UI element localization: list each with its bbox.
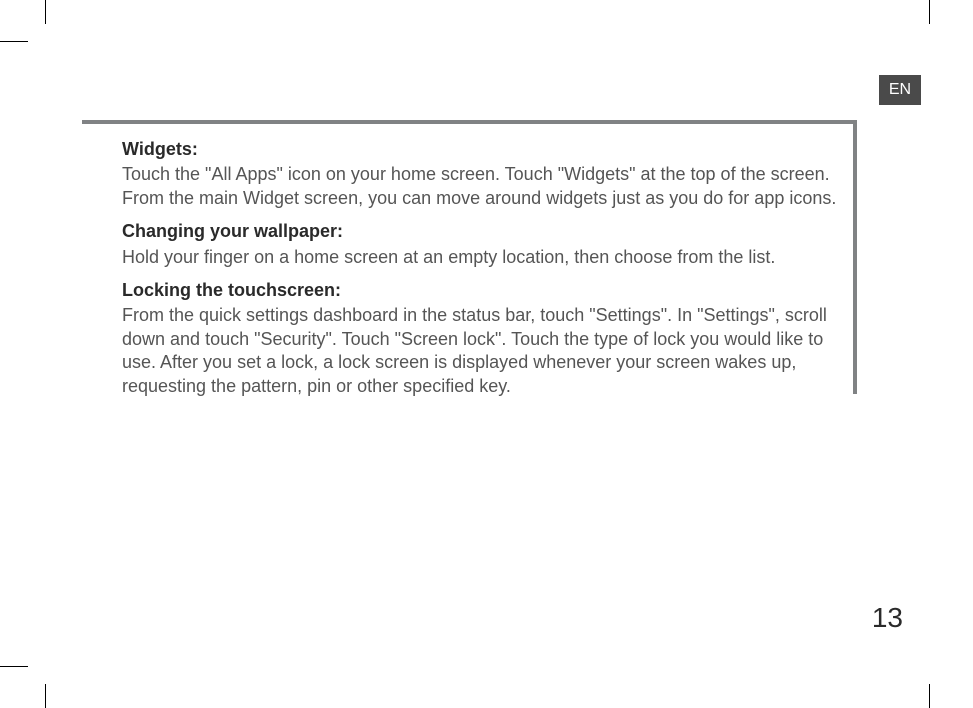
crop-mark: [0, 666, 28, 667]
body-widgets: Touch the "All Apps" icon on your home s…: [122, 163, 847, 210]
top-rule: [82, 120, 857, 124]
body-wallpaper: Hold your finger on a home screen at an …: [122, 246, 847, 269]
side-rule: [853, 124, 857, 394]
content-area: Widgets: Touch the "All Apps" icon on yo…: [122, 138, 847, 408]
section-locking: Locking the touchscreen: From the quick …: [122, 279, 847, 398]
page-number: 13: [872, 602, 903, 634]
crop-mark: [45, 0, 46, 24]
language-label: EN: [889, 81, 911, 99]
heading-locking: Locking the touchscreen:: [122, 279, 847, 302]
section-widgets: Widgets: Touch the "All Apps" icon on yo…: [122, 138, 847, 210]
crop-mark: [929, 684, 930, 708]
crop-mark: [45, 684, 46, 708]
body-locking: From the quick settings dashboard in the…: [122, 304, 847, 398]
heading-widgets: Widgets:: [122, 138, 847, 161]
heading-wallpaper: Changing your wallpaper:: [122, 220, 847, 243]
section-wallpaper: Changing your wallpaper: Hold your finge…: [122, 220, 847, 269]
crop-mark: [0, 41, 28, 42]
crop-mark: [929, 0, 930, 24]
language-tab: EN: [879, 75, 921, 105]
